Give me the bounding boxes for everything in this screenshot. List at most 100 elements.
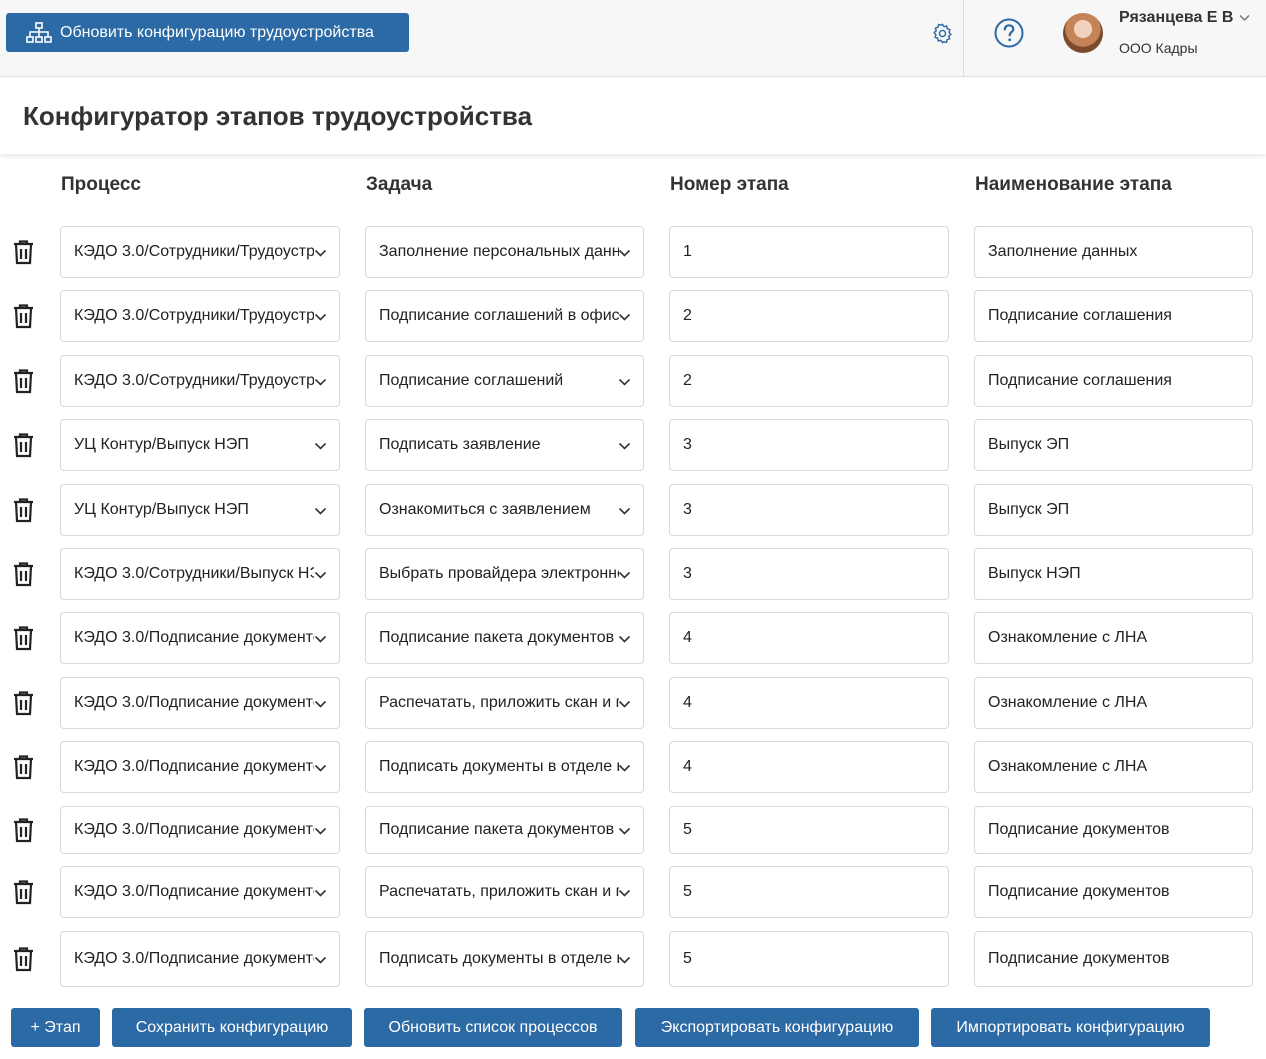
trash-icon[interactable] <box>12 239 35 265</box>
stage-number-input[interactable]: 3 <box>669 548 949 600</box>
task-select[interactable]: Выбрать провайдера электронной подписи <box>365 548 644 600</box>
chevron-down-icon[interactable] <box>618 762 631 774</box>
task-select[interactable]: Ознакомиться с заявлением <box>365 484 644 536</box>
chevron-down-icon[interactable] <box>618 887 631 899</box>
task-select[interactable]: Заполнение персональных данных <box>365 226 644 278</box>
chevron-down-icon[interactable] <box>314 569 327 581</box>
stage-name-input[interactable]: Выпуск ЭП <box>974 419 1253 471</box>
trash-icon[interactable] <box>12 690 35 716</box>
export-config-button[interactable]: Экспортировать конфигурацию <box>635 1008 919 1047</box>
process-select[interactable]: КЭДО 3.0/Сотрудники/Выпуск НЭП <box>60 548 340 600</box>
chevron-down-icon[interactable] <box>618 569 631 581</box>
chevron-down-icon[interactable] <box>618 247 631 259</box>
process-select[interactable]: УЦ Контур/Выпуск НЭП <box>60 484 340 536</box>
task-select[interactable]: Подписать документы в отделе кадров <box>365 741 644 793</box>
chevron-down-icon[interactable] <box>314 247 327 259</box>
stage-number-input[interactable]: 4 <box>669 741 949 793</box>
process-select[interactable]: КЭДО 3.0/Подписание документов <box>60 806 340 854</box>
stage-name-input[interactable]: Подписание документов <box>974 931 1253 987</box>
gear-icon[interactable] <box>931 22 954 45</box>
stage-number-input[interactable]: 5 <box>669 806 949 854</box>
task-select[interactable]: Подписание пакета документов <box>365 612 644 664</box>
stage-name-input[interactable]: Ознакомление с ЛНА <box>974 677 1253 729</box>
process-select[interactable]: КЭДО 3.0/Сотрудники/Трудоустройство <box>60 290 340 342</box>
process-select[interactable]: КЭДО 3.0/Сотрудники/Трудоустройство <box>60 355 340 407</box>
import-config-button[interactable]: Импортировать конфигурацию <box>931 1008 1210 1047</box>
stage-number-input[interactable]: 2 <box>669 355 949 407</box>
trash-icon[interactable] <box>12 879 35 905</box>
trash-icon[interactable] <box>12 303 35 329</box>
task-select[interactable]: Подписать документы в отделе кадров <box>365 931 644 987</box>
process-select[interactable]: КЭДО 3.0/Подписание документов <box>60 612 340 664</box>
process-select[interactable]: КЭДО 3.0/Подписание документов <box>60 866 340 918</box>
stage-name-input[interactable]: Подписание соглашения <box>974 290 1253 342</box>
chevron-down-icon[interactable] <box>314 887 327 899</box>
save-config-button[interactable]: Сохранить конфигурацию <box>112 1008 352 1047</box>
trash-icon[interactable] <box>12 368 35 394</box>
stage-name-input-value: Подписание соглашения <box>988 372 1172 389</box>
avatar[interactable] <box>1063 13 1103 53</box>
chevron-down-icon[interactable] <box>314 633 327 645</box>
chevron-down-icon[interactable] <box>314 440 327 452</box>
process-select[interactable]: КЭДО 3.0/Сотрудники/Трудоустройство <box>60 226 340 278</box>
task-select-value: Подписать заявление <box>379 436 541 453</box>
stage-number-input[interactable]: 4 <box>669 677 949 729</box>
chevron-down-icon[interactable] <box>618 440 631 452</box>
chevron-down-icon[interactable] <box>618 505 631 517</box>
chevron-down-icon[interactable] <box>1238 11 1251 24</box>
task-select[interactable]: Подписание соглашений <box>365 355 644 407</box>
chevron-down-icon[interactable] <box>618 633 631 645</box>
task-select[interactable]: Подписание пакета документов <box>365 806 644 854</box>
chevron-down-icon[interactable] <box>314 311 327 323</box>
chevron-down-icon[interactable] <box>314 698 327 710</box>
chevron-down-icon[interactable] <box>314 505 327 517</box>
trash-icon[interactable] <box>12 625 35 651</box>
chevron-down-icon[interactable] <box>618 311 631 323</box>
trash-icon[interactable] <box>12 946 35 972</box>
process-select[interactable]: КЭДО 3.0/Подписание документов <box>60 931 340 987</box>
stage-name-input[interactable]: Выпуск НЭП <box>974 548 1253 600</box>
process-select[interactable]: УЦ Контур/Выпуск НЭП <box>60 419 340 471</box>
user-name[interactable]: Рязанцева Е В <box>1119 9 1233 27</box>
stage-number-input[interactable]: 5 <box>669 866 949 918</box>
update-employment-config-button[interactable]: Обновить конфигурацию трудоустройства <box>6 13 409 52</box>
stage-number-input[interactable]: 1 <box>669 226 949 278</box>
stage-number-input[interactable]: 3 <box>669 484 949 536</box>
chevron-down-icon[interactable] <box>618 698 631 710</box>
trash-icon[interactable] <box>12 432 35 458</box>
trash-icon[interactable] <box>12 754 35 780</box>
stage-name-input[interactable]: Подписание соглашения <box>974 355 1253 407</box>
stage-name-input[interactable]: Выпуск ЭП <box>974 484 1253 536</box>
stage-name-input[interactable]: Заполнение данных <box>974 226 1253 278</box>
task-select[interactable]: Подписание соглашений в офисе <box>365 290 644 342</box>
question-circle-icon[interactable] <box>994 18 1024 48</box>
stage-name-input[interactable]: Подписание документов <box>974 806 1253 854</box>
trash-icon[interactable] <box>12 561 35 587</box>
process-select-value: КЭДО 3.0/Подписание документов <box>74 950 314 967</box>
chevron-down-icon[interactable] <box>314 376 327 388</box>
chevron-down-icon[interactable] <box>314 954 327 966</box>
stage-number-input[interactable]: 4 <box>669 612 949 664</box>
trash-icon[interactable] <box>12 817 35 843</box>
chevron-down-icon[interactable] <box>618 954 631 966</box>
add-stage-button[interactable]: + Этап <box>11 1008 100 1047</box>
refresh-processes-button[interactable]: Обновить список процессов <box>364 1008 622 1047</box>
stage-number-input[interactable]: 3 <box>669 419 949 471</box>
stage-name-input[interactable]: Подписание документов <box>974 866 1253 918</box>
chevron-down-icon[interactable] <box>314 825 327 837</box>
chevron-down-icon[interactable] <box>618 376 631 388</box>
stage-number-input[interactable]: 2 <box>669 290 949 342</box>
stage-name-input-value: Выпуск ЭП <box>988 501 1070 518</box>
process-select[interactable]: КЭДО 3.0/Подписание документов <box>60 741 340 793</box>
chevron-down-icon[interactable] <box>618 825 631 837</box>
task-select[interactable]: Распечатать, приложить скан и подписать <box>365 677 644 729</box>
stage-name-input-value: Заполнение данных <box>988 243 1138 260</box>
task-select[interactable]: Подписать заявление <box>365 419 644 471</box>
chevron-down-icon[interactable] <box>314 762 327 774</box>
stage-name-input[interactable]: Ознакомление с ЛНА <box>974 741 1253 793</box>
stage-number-input[interactable]: 5 <box>669 931 949 987</box>
stage-name-input[interactable]: Ознакомление с ЛНА <box>974 612 1253 664</box>
process-select[interactable]: КЭДО 3.0/Подписание документов <box>60 677 340 729</box>
task-select[interactable]: Распечатать, приложить скан и подписать <box>365 866 644 918</box>
trash-icon[interactable] <box>12 497 35 523</box>
